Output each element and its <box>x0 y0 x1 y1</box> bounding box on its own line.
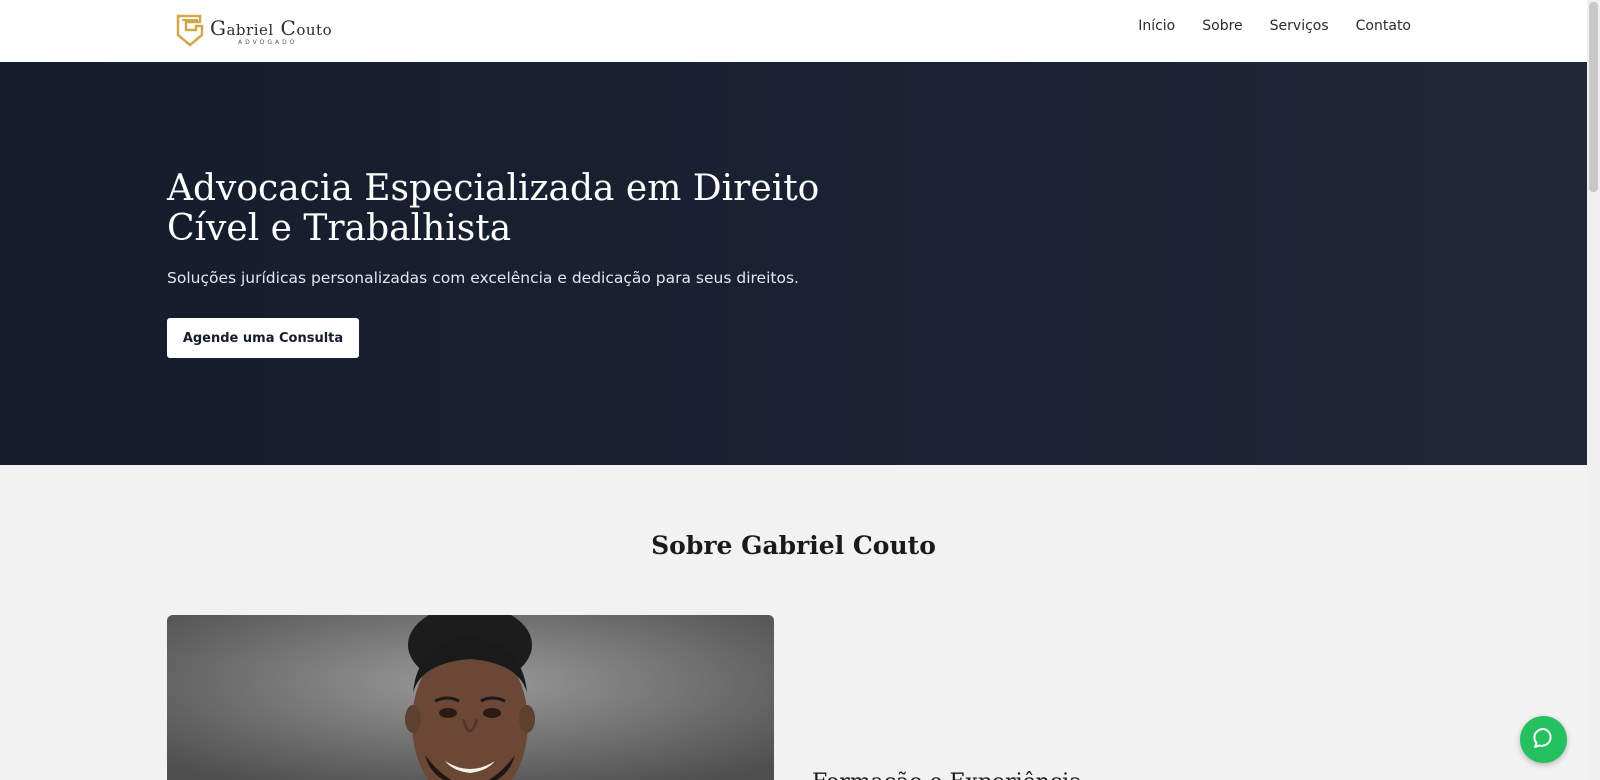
nav-link-contato[interactable]: Contato <box>1356 18 1411 34</box>
logo-name: Gabriel Couto <box>210 16 333 40</box>
hero-section: Advocacia Especializada em Direito Cível… <box>0 62 1587 465</box>
main-nav: Início Sobre Serviços Contato <box>1138 18 1411 34</box>
hero-subtitle: Soluções jurídicas personalizadas com ex… <box>167 269 799 287</box>
hero-title: Advocacia Especializada em Direito Cível… <box>167 168 820 249</box>
lawyer-portrait-photo <box>167 615 774 780</box>
about-section-title: Sobre Gabriel Couto <box>651 531 936 560</box>
nav-link-servicos[interactable]: Serviços <box>1270 18 1329 34</box>
logo-subtitle: ADVOGADO <box>238 39 298 46</box>
brand-logo[interactable]: Gabriel Couto ADVOGADO <box>176 12 350 48</box>
nav-link-sobre[interactable]: Sobre <box>1202 18 1242 34</box>
site-header: Gabriel Couto ADVOGADO Início Sobre Serv… <box>0 0 1587 62</box>
schedule-consultation-button[interactable]: Agende uma Consulta <box>167 318 359 358</box>
chat-bubble-icon <box>1532 726 1556 754</box>
formation-experience-heading: Formação e Experiência <box>812 770 1082 780</box>
gc-monogram-logo-icon <box>176 13 204 47</box>
scrollbar-thumb[interactable] <box>1589 2 1598 192</box>
logo-wordmark: Gabriel Couto ADVOGADO <box>210 13 350 47</box>
page-scrollbar[interactable] <box>1587 0 1600 780</box>
nav-link-inicio[interactable]: Início <box>1138 18 1175 34</box>
chat-button[interactable] <box>1520 716 1567 763</box>
